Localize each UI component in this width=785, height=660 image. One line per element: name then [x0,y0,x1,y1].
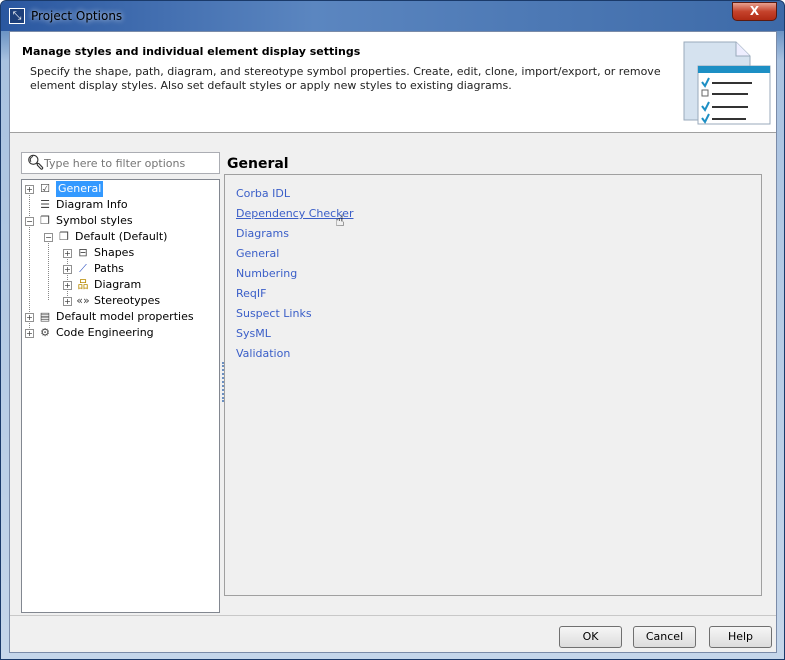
option-link[interactable]: ReqIF [236,287,266,300]
filter-input[interactable] [44,155,214,171]
options-panel: Corba IDL Dependency Checker Diagrams Gener… [224,174,762,596]
diagram-icon: 品 [77,278,89,291]
expand-icon[interactable]: + [63,264,72,274]
tree-item-label: Symbol styles [56,214,133,227]
expand-icon[interactable]: + [25,312,34,322]
tree-item[interactable]: + 品 Diagram [63,277,141,293]
tree-item[interactable]: + ⚙ Code Engineering [25,325,154,341]
tree-item-label: Diagram Info [56,198,128,211]
app-icon: ⤡ [9,8,25,24]
panel-title: General [227,156,289,172]
code-engineering-icon: ⚙ [40,326,50,339]
table-icon: ☰ [40,198,50,211]
tree-item[interactable]: + ⊟ Shapes [63,245,134,261]
tree-item[interactable]: + «» Stereotypes [63,293,160,309]
expand-icon[interactable]: + [63,280,72,290]
search-icon: 🔍︎ [27,155,45,171]
option-link[interactable]: Validation [236,347,290,360]
header-title: Manage styles and individual element dis… [22,45,361,58]
tree-item-label: Stereotypes [94,294,161,307]
option-link[interactable]: Suspect Links [236,307,312,320]
tree-item-label: Code Engineering [56,326,154,339]
tree-item[interactable]: − ❐ Default (Default) [44,229,167,245]
properties-icon: ▤ [39,310,51,323]
path-icon: ⟋ [79,262,87,275]
styles-icon: ❐ [59,230,69,243]
options-illustration-icon [683,41,771,125]
stereotype-icon: «» [76,294,90,307]
help-button[interactable]: Help [709,626,772,648]
option-link[interactable]: General [236,247,279,260]
styles-icon: ❐ [40,214,50,227]
window-title: Project Options [31,9,123,23]
tree-item-label: Default (Default) [75,230,168,243]
shapes-icon: ⊟ [78,246,88,259]
tree-item-label: Diagram [94,278,142,291]
expand-icon[interactable]: + [63,296,72,306]
tree-item[interactable]: + ☑ General [25,181,104,197]
collapse-icon[interactable]: − [25,216,34,226]
tree-item[interactable]: ☰ Diagram Info [25,197,128,213]
divider [10,615,776,616]
options-tree[interactable]: + ☑ General ☰ Diagram Info − ❐ Symbol styles − ❐ D… [21,179,220,613]
tree-line [48,240,49,300]
mouse-cursor-icon: ☝︎ [335,211,345,230]
option-link[interactable]: SysML [236,327,271,340]
expand-icon[interactable]: + [63,248,72,258]
tree-item[interactable]: + ⟋ Paths [63,261,124,277]
close-button[interactable]: X [732,2,777,21]
expand-icon[interactable]: + [25,328,34,338]
cancel-button[interactable]: Cancel [633,626,696,648]
expand-icon[interactable]: + [25,184,34,194]
option-link[interactable]: Numbering [236,267,297,280]
header-banner: Manage styles and individual element dis… [10,32,776,133]
option-link[interactable]: Corba IDL [236,187,290,200]
dialog-window: ⤡ Project Options X Manage styles and in… [0,0,785,660]
option-link[interactable]: Diagrams [236,227,289,240]
filter-box[interactable]: 🔍︎ [21,152,220,174]
tree-item-label: General [56,181,104,197]
title-bar[interactable]: ⤡ Project Options X [1,1,784,31]
tree-item-label: Paths [94,262,124,275]
tree-item-label: Shapes [94,246,135,259]
tree-item-label: Default model properties [56,310,194,323]
tree-item[interactable]: + ▤ Default model properties [25,309,194,325]
dialog-body: Manage styles and individual element dis… [9,31,777,653]
checkbox-icon: ☑ [40,182,50,195]
header-description: Specify the shape, path, diagram, and st… [30,65,661,92]
tree-item[interactable]: − ❐ Symbol styles [25,213,133,229]
ok-button[interactable]: OK [559,626,622,648]
collapse-icon[interactable]: − [44,232,53,242]
